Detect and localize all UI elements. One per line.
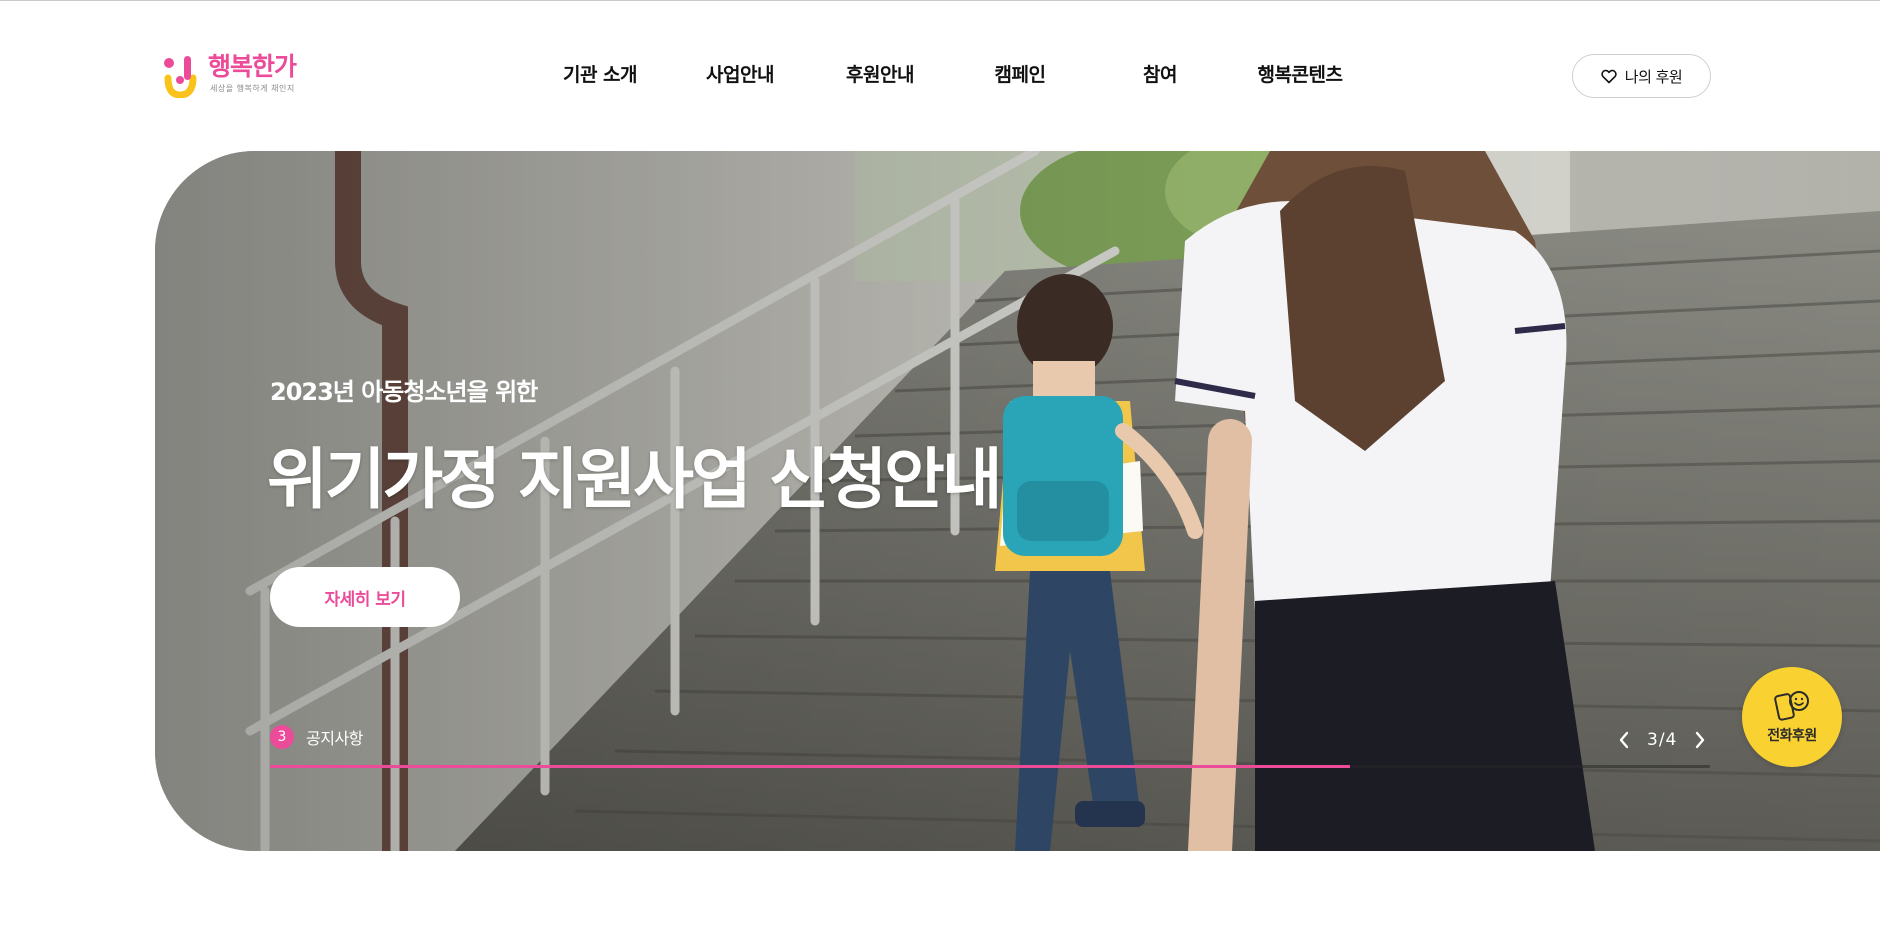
slide-counter: 3/4	[1647, 730, 1678, 750]
phone-smile-icon	[1774, 691, 1809, 721]
main-nav: 기관 소개 사업안내 후원안내 캠페인 참여 행복콘텐츠	[530, 60, 1370, 87]
slide-progress-track	[270, 765, 1710, 768]
slide-category-label: 공지사항	[306, 729, 363, 748]
brand-logo-icon	[164, 56, 197, 98]
logo-text: 행복한가 세상을 행복하게 채인지	[208, 52, 297, 94]
view-details-label: 자세히 보기	[324, 589, 406, 610]
chevron-left-icon	[1619, 731, 1629, 749]
next-slide-button[interactable]	[1691, 729, 1709, 751]
nav-item-donation-guide[interactable]: 후원안내	[810, 60, 950, 87]
my-support-button[interactable]: 나의 후원	[1572, 54, 1711, 98]
site-logo[interactable]: 행복한가 세상을 행복하게 채인지	[160, 52, 297, 102]
slide-pager: 3/4	[1615, 729, 1709, 751]
nav-item-about[interactable]: 기관 소개	[530, 60, 670, 87]
brand-tagline: 세상을 행복하게 채인지	[210, 84, 295, 93]
hero-subtitle: 2023년 아동청소년을 위한	[270, 378, 538, 406]
heart-outline-icon	[1601, 69, 1617, 83]
chevron-right-icon	[1696, 731, 1705, 749]
phone-donation-label: 전화후원	[1767, 728, 1817, 744]
hero-title: 위기가정 지원사업 신청안내	[267, 441, 1003, 518]
my-support-label: 나의 후원	[1624, 67, 1683, 86]
nav-item-participate[interactable]: 참여	[1090, 60, 1230, 87]
slide-number-badge: 3	[270, 725, 294, 749]
site-header: 행복한가 세상을 행복하게 채인지 기관 소개 사업안내 후원안내 캠페인 참여…	[0, 0, 1880, 150]
nav-item-happy-content[interactable]: 행복콘텐츠	[1230, 60, 1370, 87]
hero-banner: 2023년 아동청소년을 위한 위기가정 지원사업 신청안내 자세히 보기 3 …	[155, 151, 1880, 851]
nav-item-business[interactable]: 사업안내	[670, 60, 810, 87]
slide-progress-fill	[270, 765, 1350, 768]
brand-name: 행복한가	[208, 52, 297, 81]
nav-item-campaign[interactable]: 캠페인	[950, 60, 1090, 87]
phone-donation-button[interactable]: 전화후원	[1742, 667, 1842, 767]
prev-slide-button[interactable]	[1615, 729, 1633, 751]
view-details-button[interactable]: 자세히 보기	[270, 567, 460, 627]
slide-category[interactable]: 3 공지사항	[270, 725, 363, 749]
